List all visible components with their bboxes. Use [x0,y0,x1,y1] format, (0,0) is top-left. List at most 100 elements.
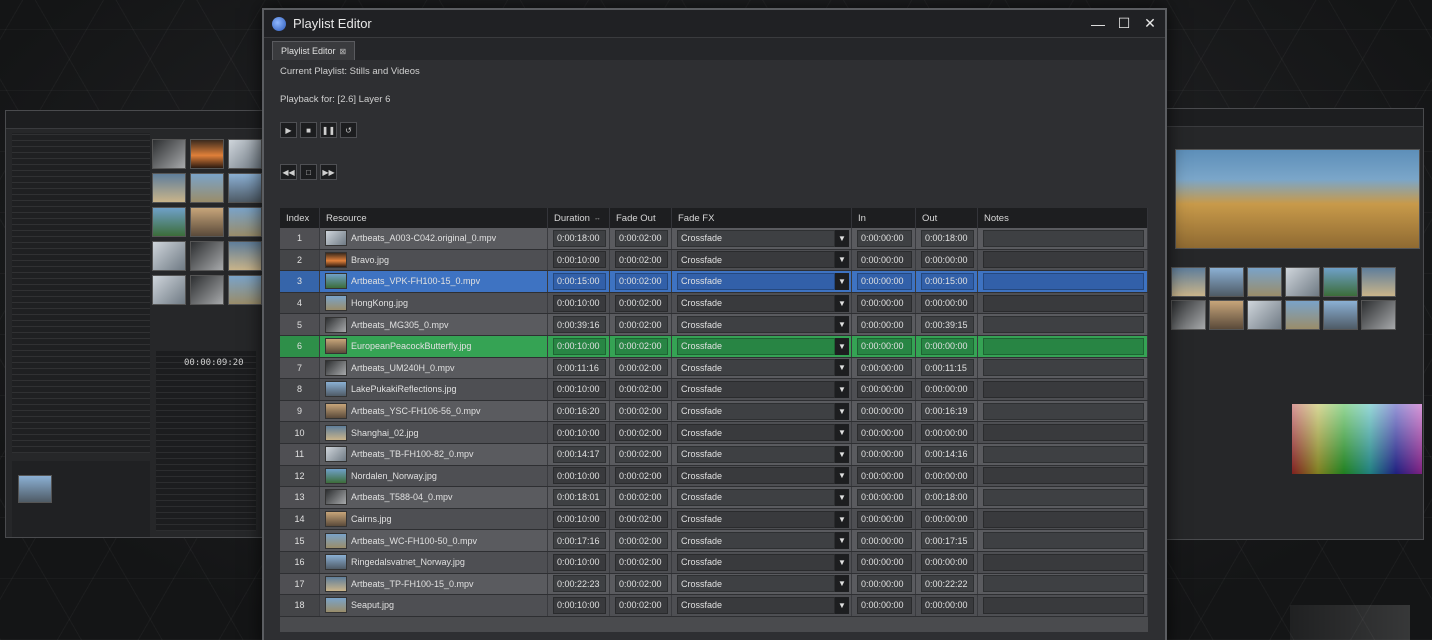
in-field[interactable]: 0:00:00:00 [857,424,912,442]
play-button[interactable]: ▶ [280,122,297,138]
in-cell[interactable]: 0:00:00:00 [852,573,916,595]
in-field[interactable]: 0:00:00:00 [857,596,912,614]
stop-button[interactable]: ■ [300,122,317,138]
chevron-down-icon[interactable]: ▼ [835,359,849,377]
out-field[interactable]: 0:00:16:19 [921,402,974,420]
duration-field[interactable]: 0:00:22:23 [553,575,606,593]
duration-cell[interactable]: 0:00:10:00 [548,595,610,616]
fade-out-field[interactable]: 0:00:02:00 [615,445,668,463]
chevron-down-icon[interactable]: ▼ [835,445,849,463]
table-row[interactable]: 8 LakePukakiReflections.jpg 0:00:10:00 0:00… [280,379,1148,401]
in-cell[interactable]: 0:00:00:00 [852,443,916,465]
fade-fx-select[interactable]: Crossfade [677,380,835,398]
fade-fx-cell[interactable]: Crossfade ▼ [672,573,852,595]
out-cell[interactable]: 0:00:11:15 [916,357,978,379]
fade-out-field[interactable]: 0:00:02:00 [615,596,668,614]
in-field[interactable]: 0:00:00:00 [857,488,912,506]
table-row[interactable]: 2 Bravo.jpg 0:00:10:00 0:00:02:00 Crossfade ▼… [280,249,1148,272]
out-field[interactable]: 0:00:00:00 [921,337,974,355]
table-row[interactable]: 12 Nordalen_Norway.jpg 0:00:10:00 0:00:02:0… [280,465,1148,488]
fade-out-cell[interactable]: 0:00:02:00 [610,465,672,487]
in-cell[interactable]: 0:00:00:00 [852,530,916,551]
fade-fx-cell[interactable]: Crossfade ▼ [672,508,852,530]
fade-fx-select[interactable]: Crossfade [677,229,835,247]
notes-field[interactable] [983,596,1144,614]
out-cell[interactable]: 0:00:17:15 [916,530,978,551]
pause-button[interactable]: ❚❚ [320,122,337,138]
resource-cell[interactable]: Bravo.jpg [320,249,548,271]
fade-out-field[interactable]: 0:00:02:00 [615,272,668,290]
out-cell[interactable]: 0:00:18:00 [916,487,978,508]
fade-fx-select[interactable]: Crossfade [677,251,835,269]
fade-out-cell[interactable]: 0:00:02:00 [610,508,672,530]
fade-fx-cell[interactable]: Crossfade ▼ [672,357,852,379]
resource-cell[interactable]: Artbeats_VPK-FH100-15_0.mpv [320,271,548,292]
resource-cell[interactable]: LakePukakiReflections.jpg [320,379,548,400]
in-field[interactable]: 0:00:00:00 [857,402,912,420]
fade-out-cell[interactable]: 0:00:02:00 [610,400,672,422]
in-cell[interactable]: 0:00:00:00 [852,508,916,530]
notes-cell[interactable] [978,530,1148,551]
resource-cell[interactable]: Cairns.jpg [320,508,548,530]
duration-field[interactable]: 0:00:10:00 [553,294,606,312]
in-cell[interactable]: 0:00:00:00 [852,465,916,487]
fade-out-field[interactable]: 0:00:02:00 [615,359,668,377]
fade-out-cell[interactable]: 0:00:02:00 [610,357,672,379]
duration-field[interactable]: 0:00:10:00 [553,596,606,614]
resource-cell[interactable]: Ringedalsvatnet_Norway.jpg [320,551,548,573]
fade-fx-select[interactable]: Crossfade [677,488,835,506]
in-field[interactable]: 0:00:00:00 [857,510,912,528]
duration-field[interactable]: 0:00:18:00 [553,229,606,247]
notes-cell[interactable] [978,487,1148,508]
in-field[interactable]: 0:00:00:00 [857,359,912,377]
notes-field[interactable] [983,445,1144,463]
duration-cell[interactable]: 0:00:18:00 [548,228,610,249]
fade-out-field[interactable]: 0:00:02:00 [615,251,668,269]
fade-fx-cell[interactable]: Crossfade ▼ [672,465,852,487]
fade-fx-select[interactable]: Crossfade [677,337,835,355]
table-row[interactable]: 11 Artbeats_TB-FH100-82_0.mpv 0:00:14:17 0:… [280,443,1148,466]
fade-fx-cell[interactable]: Crossfade ▼ [672,228,852,249]
out-field[interactable]: 0:00:00:00 [921,380,974,398]
table-row[interactable]: 7 Artbeats_UM240H_0.mpv 0:00:11:16 0:00:02:… [280,357,1148,380]
duration-cell[interactable]: 0:00:10:00 [548,335,610,357]
notes-cell[interactable] [978,292,1148,314]
out-cell[interactable]: 0:00:00:00 [916,379,978,400]
chevron-down-icon[interactable]: ▼ [835,575,849,593]
in-cell[interactable]: 0:00:00:00 [852,551,916,573]
resource-cell[interactable]: Nordalen_Norway.jpg [320,465,548,487]
duration-cell[interactable]: 0:00:10:00 [548,465,610,487]
in-cell[interactable]: 0:00:00:00 [852,335,916,357]
resource-cell[interactable]: EuropeanPeacockButterfly.jpg [320,335,548,357]
fade-fx-cell[interactable]: Crossfade ▼ [672,422,852,443]
out-field[interactable]: 0:00:00:00 [921,510,974,528]
out-field[interactable]: 0:00:15:00 [921,272,974,290]
fade-out-cell[interactable]: 0:00:02:00 [610,422,672,443]
resource-cell[interactable]: Artbeats_TP-FH100-15_0.mpv [320,573,548,595]
minimize-button[interactable]: — [1087,13,1109,35]
out-cell[interactable]: 0:00:00:00 [916,292,978,314]
fade-out-field[interactable]: 0:00:02:00 [615,294,668,312]
fade-out-field[interactable]: 0:00:02:00 [615,316,668,334]
chevron-down-icon[interactable]: ▼ [835,294,849,312]
table-row[interactable]: 13 Artbeats_T588-04_0.mpv 0:00:18:01 0:00:0… [280,487,1148,509]
in-field[interactable]: 0:00:00:00 [857,251,912,269]
fade-out-cell[interactable]: 0:00:02:00 [610,551,672,573]
fade-fx-cell[interactable]: Crossfade ▼ [672,530,852,551]
table-row[interactable]: 4 HongKong.jpg 0:00:10:00 0:00:02:00 Crossfa… [280,292,1148,315]
resource-cell[interactable]: Artbeats_TB-FH100-82_0.mpv [320,443,548,465]
out-field[interactable]: 0:00:14:16 [921,445,974,463]
out-cell[interactable]: 0:00:00:00 [916,422,978,443]
out-cell[interactable]: 0:00:22:22 [916,573,978,595]
table-row[interactable]: 9 Artbeats_YSC-FH106-56_0.mpv 0:00:16:20 0:… [280,400,1148,423]
out-cell[interactable]: 0:00:00:00 [916,551,978,573]
out-cell[interactable]: 0:00:18:00 [916,228,978,249]
table-row[interactable]: 6 EuropeanPeacockButterfly.jpg 0:00:10:00 0… [280,335,1148,358]
notes-cell[interactable] [978,228,1148,249]
fade-fx-cell[interactable]: Crossfade ▼ [672,292,852,314]
notes-cell[interactable] [978,465,1148,487]
fade-out-field[interactable]: 0:00:02:00 [615,532,668,550]
fade-out-field[interactable]: 0:00:02:00 [615,467,668,485]
fade-out-cell[interactable]: 0:00:02:00 [610,314,672,335]
fade-fx-select[interactable]: Crossfade [677,359,835,377]
